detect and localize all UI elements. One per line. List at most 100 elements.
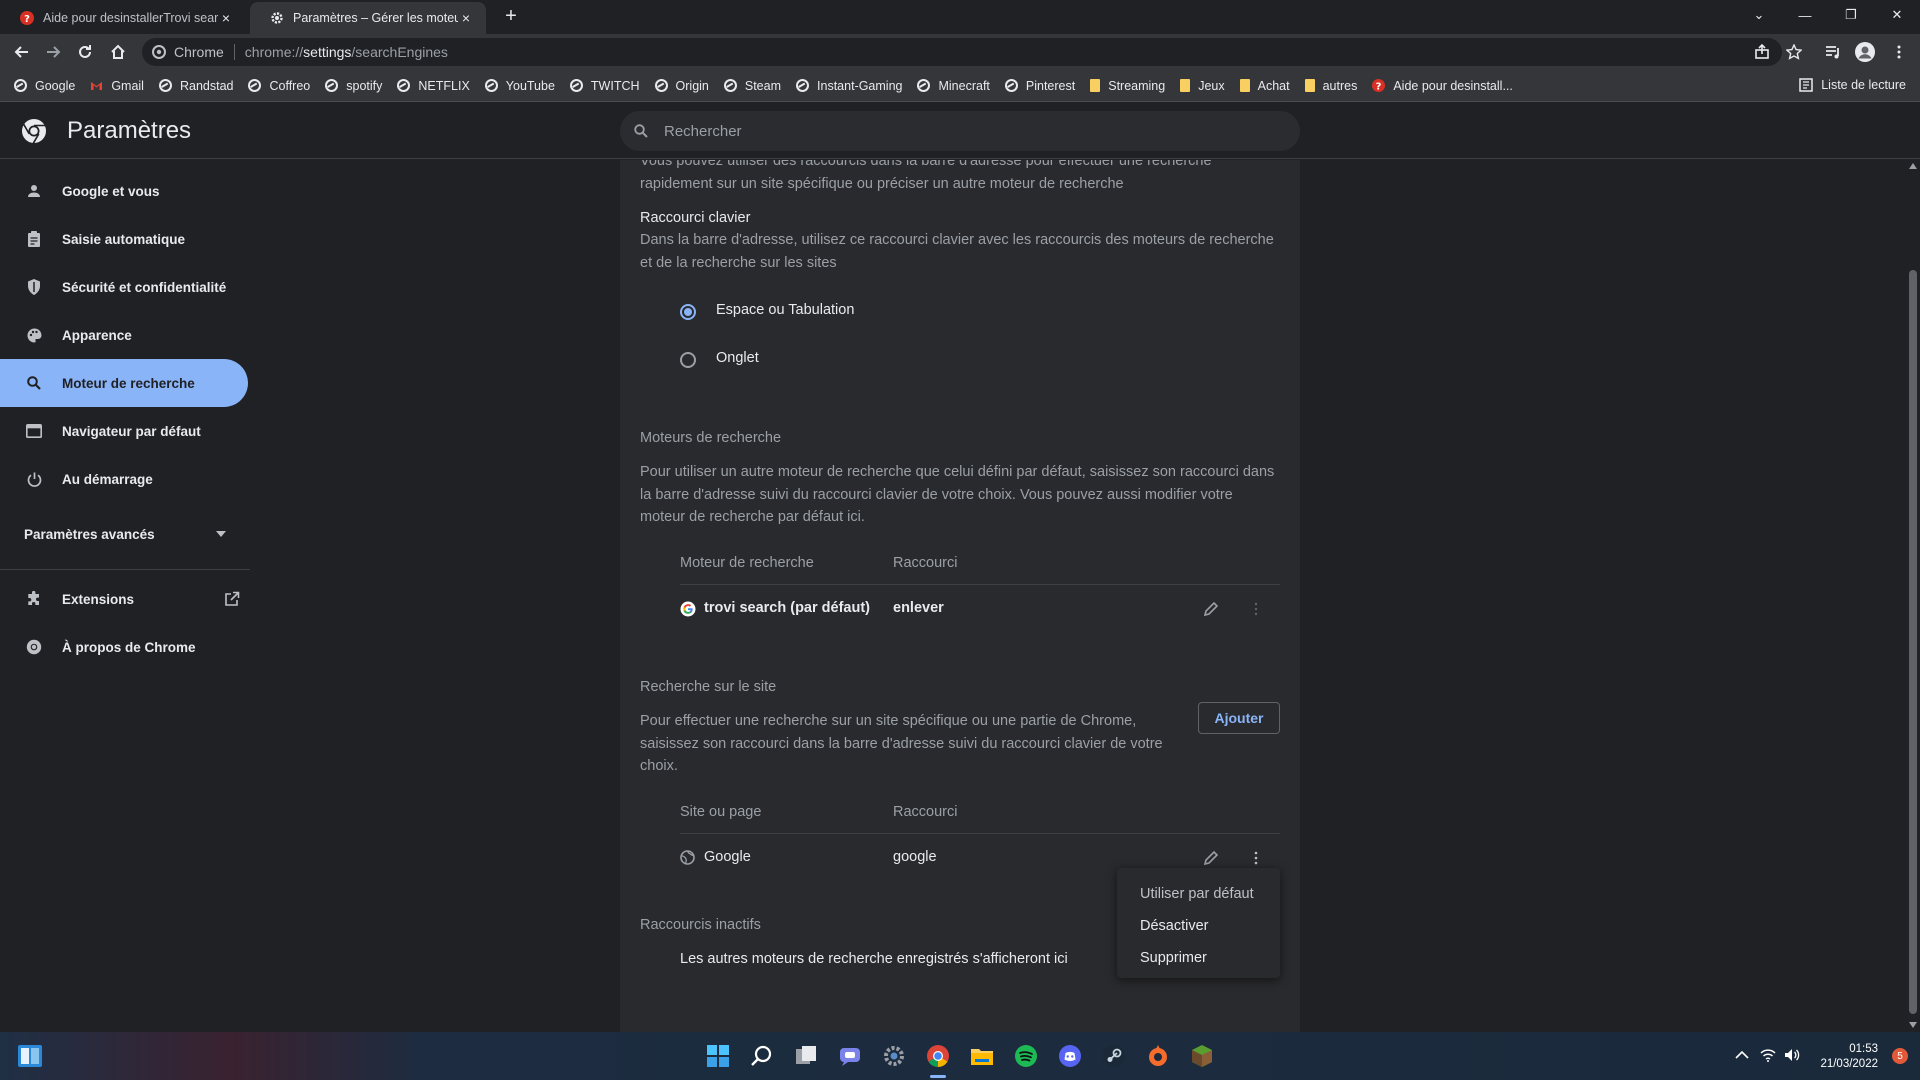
steam-icon[interactable] bbox=[1102, 1044, 1126, 1068]
active-app-indicator bbox=[930, 1075, 946, 1078]
windows-taskbar: 01:53 21/03/2022 5 bbox=[0, 1032, 1920, 1080]
bookmark-coffreo[interactable]: Coffreo bbox=[248, 79, 310, 93]
share-button[interactable] bbox=[1750, 40, 1774, 64]
task-view-icon[interactable] bbox=[794, 1044, 818, 1068]
chrome-taskbar-icon[interactable] bbox=[926, 1044, 950, 1068]
restore-button[interactable]: ❐ bbox=[1828, 0, 1874, 30]
tab-close-icon[interactable]: × bbox=[218, 10, 234, 26]
close-window-button[interactable]: ✕ bbox=[1874, 0, 1920, 30]
column-header-shortcut: Raccourci bbox=[893, 555, 958, 571]
windows-start-icon[interactable] bbox=[706, 1044, 730, 1068]
scroll-down-icon[interactable] bbox=[1909, 1022, 1917, 1028]
bookmark-netflix[interactable]: NETFLIX bbox=[397, 79, 470, 93]
spotify-icon[interactable] bbox=[1014, 1044, 1038, 1068]
bookmark-minecraft[interactable]: Minecraft bbox=[917, 79, 990, 93]
radio-espace-tabulation[interactable] bbox=[680, 304, 696, 320]
notification-badge[interactable]: 5 bbox=[1892, 1048, 1908, 1064]
advanced-label: Paramètres avancés bbox=[24, 526, 155, 542]
profile-avatar[interactable] bbox=[1853, 40, 1877, 64]
globe-icon bbox=[325, 79, 339, 92]
minimize-button[interactable]: — bbox=[1782, 0, 1828, 30]
address-bar[interactable]: Chrome chrome://settings/searchEngines bbox=[142, 38, 1782, 66]
sidebar-item-google-et-vous[interactable]: Google et vous bbox=[0, 167, 248, 215]
volume-icon[interactable] bbox=[1784, 1048, 1800, 1062]
bookmark-spotify[interactable]: spotify bbox=[325, 79, 382, 93]
wifi-icon[interactable] bbox=[1760, 1048, 1776, 1062]
inactive-shortcuts-title: Raccourcis inactifs bbox=[640, 917, 761, 933]
sidebar-item-au-demarrage[interactable]: Au démarrage bbox=[0, 455, 248, 503]
bookmark-folder-jeux[interactable]: Jeux bbox=[1180, 79, 1225, 93]
bookmark-star-button[interactable] bbox=[1782, 40, 1806, 64]
bookmark-folder-autres[interactable]: autres bbox=[1304, 79, 1357, 93]
sidebar-item-extensions[interactable]: Extensions bbox=[0, 575, 240, 623]
sidebar-item-securite[interactable]: Sécurité et confidentialité bbox=[0, 263, 248, 311]
taskbar-clock[interactable]: 01:53 21/03/2022 bbox=[1820, 1042, 1878, 1072]
scroll-up-icon[interactable] bbox=[1909, 163, 1917, 169]
reload-button[interactable] bbox=[73, 40, 97, 64]
menu-button[interactable] bbox=[1887, 40, 1911, 64]
engine-shortcut: enlever bbox=[893, 600, 944, 616]
bookmark-aide[interactable]: ? Aide pour desinstall... bbox=[1372, 79, 1513, 93]
discord-icon[interactable] bbox=[1058, 1044, 1082, 1068]
menu-item-utiliser-par-defaut[interactable]: Utiliser par défaut bbox=[1117, 878, 1280, 910]
globe-icon bbox=[654, 79, 668, 92]
svg-text:?: ? bbox=[1376, 82, 1382, 93]
bookmark-twitch[interactable]: TWITCH bbox=[569, 79, 640, 93]
bookmark-instant-gaming[interactable]: Instant-Gaming bbox=[796, 79, 902, 93]
menu-item-desactiver[interactable]: Désactiver bbox=[1117, 910, 1280, 942]
sidebar-item-label: Navigateur par défaut bbox=[62, 423, 201, 439]
google-icon bbox=[680, 601, 696, 617]
bookmark-origin[interactable]: Origin bbox=[654, 79, 709, 93]
globe-icon bbox=[569, 79, 583, 92]
sidebar-item-apparence[interactable]: Apparence bbox=[0, 311, 248, 359]
bookmark-steam[interactable]: Steam bbox=[723, 79, 781, 93]
media-button[interactable] bbox=[1821, 40, 1845, 64]
radio-onglet-label: Onglet bbox=[716, 350, 759, 366]
settings-search-input[interactable]: Rechercher bbox=[620, 111, 1300, 151]
scrollbar-thumb[interactable] bbox=[1909, 270, 1917, 1014]
sidebar-item-moteur-de-recherche[interactable]: Moteur de recherche bbox=[0, 359, 248, 407]
sidebar-item-saisie-automatique[interactable]: Saisie automatique bbox=[0, 215, 248, 263]
forward-button[interactable] bbox=[41, 40, 65, 64]
engine-name: trovi search (par défaut) bbox=[704, 600, 870, 616]
search-icon[interactable] bbox=[750, 1044, 774, 1068]
sidebar-item-a-propos[interactable]: À propos de Chrome bbox=[0, 623, 248, 671]
bookmark-pinterest[interactable]: Pinterest bbox=[1004, 79, 1075, 93]
toolbar: Chrome chrome://settings/searchEngines bbox=[0, 34, 1920, 70]
widgets-icon[interactable] bbox=[18, 1045, 42, 1067]
chevron-up-icon[interactable] bbox=[1735, 1050, 1749, 1060]
bookmark-randstad[interactable]: Randstad bbox=[158, 79, 233, 93]
table-divider bbox=[680, 833, 1280, 834]
sidebar-item-navigateur-par-defaut[interactable]: Navigateur par défaut bbox=[0, 407, 248, 455]
site-name: Google bbox=[704, 849, 751, 865]
bookmark-gmail[interactable]: Gmail bbox=[90, 79, 144, 93]
menu-item-supprimer[interactable]: Supprimer bbox=[1117, 942, 1280, 974]
bookmark-youtube[interactable]: YouTube bbox=[484, 79, 555, 93]
add-site-search-button[interactable]: Ajouter bbox=[1198, 702, 1280, 734]
more-vert-icon[interactable] bbox=[1254, 601, 1258, 617]
new-tab-button[interactable]: + bbox=[500, 6, 522, 28]
origin-icon[interactable] bbox=[1146, 1044, 1170, 1068]
sidebar-advanced-toggle[interactable]: Paramètres avancés bbox=[0, 510, 240, 558]
teams-chat-icon[interactable] bbox=[838, 1044, 862, 1068]
bookmark-folder-streaming[interactable]: Streaming bbox=[1090, 79, 1165, 93]
edit-pencil-icon[interactable] bbox=[1203, 850, 1219, 866]
page-scrollbar[interactable] bbox=[1906, 160, 1920, 1032]
tab-search-button[interactable]: ⌄ bbox=[1736, 0, 1782, 30]
reading-list-button[interactable]: Liste de lecture bbox=[1799, 78, 1906, 92]
globe-icon bbox=[484, 79, 498, 92]
globe-icon bbox=[796, 79, 810, 92]
back-button[interactable] bbox=[10, 40, 34, 64]
file-explorer-icon[interactable] bbox=[970, 1044, 994, 1068]
radio-onglet[interactable] bbox=[680, 352, 696, 368]
settings-gear-icon[interactable] bbox=[882, 1044, 906, 1068]
tab-close-icon[interactable]: × bbox=[458, 10, 474, 26]
home-button[interactable] bbox=[106, 40, 130, 64]
bookmark-google[interactable]: Google bbox=[14, 79, 75, 93]
bookmark-folder-achat[interactable]: Achat bbox=[1239, 79, 1290, 93]
tab-parametres[interactable]: Paramètres – Gérer les moteurs de recher… bbox=[250, 2, 486, 34]
edit-pencil-icon[interactable] bbox=[1203, 601, 1219, 617]
minecraft-icon[interactable] bbox=[1190, 1044, 1214, 1068]
more-vert-icon[interactable] bbox=[1254, 850, 1258, 866]
tab-aide[interactable]: ? Aide pour desinstallerTrovi search × bbox=[0, 2, 246, 34]
